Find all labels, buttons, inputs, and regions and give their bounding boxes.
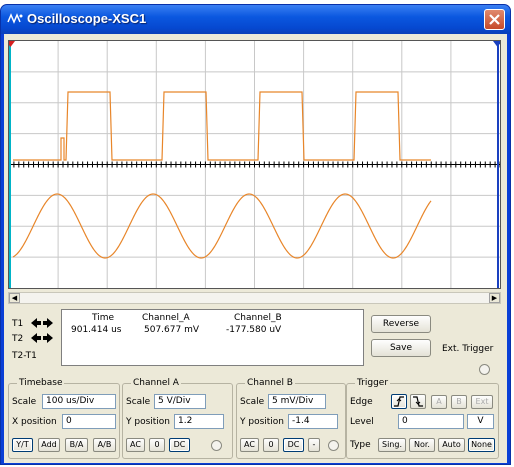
channel-b-terminal[interactable] — [328, 440, 339, 451]
channel-b-scale-label: Scale — [240, 397, 265, 407]
channel-a-ac-button[interactable]: AC — [126, 438, 145, 452]
ext-trigger-terminal[interactable] — [479, 364, 490, 375]
channel-a-terminal[interactable] — [211, 440, 222, 451]
channel-b-title: Channel B — [245, 378, 295, 388]
mode-add-button[interactable]: Add — [38, 438, 60, 452]
channel-b-ypos-label: Y position — [240, 417, 285, 427]
channel-b-scale-field[interactable]: 5 mV/Div — [268, 394, 326, 409]
scroll-right-button[interactable]: ▶ — [489, 293, 500, 303]
value-channel-a: 507.677 mV — [144, 325, 200, 335]
mode-yt-button[interactable]: Y/T — [12, 438, 33, 452]
measurement-readout: Time Channel_A Channel_B 901.414 us 507.… — [61, 309, 364, 366]
type-normal-button[interactable]: Nor. — [409, 438, 435, 452]
x-position-label: X position — [12, 417, 57, 427]
mode-ab-button[interactable]: A/B — [93, 438, 116, 452]
trigger-group: Trigger Edge A B Ext Level 0 V Type Sing… — [346, 378, 499, 459]
oscilloscope-panel: ◀ ▶ T1 T2 T2-T1 Time Channel_A Channel_B… — [4, 34, 507, 463]
channel-a-title: Channel A — [131, 378, 181, 388]
channel-b-zero-button[interactable]: 0 — [263, 438, 279, 452]
channel-b-group: Channel B Scale 5 mV/Div Y position -1.4… — [236, 378, 346, 459]
header-channel-b: Channel_B — [234, 313, 282, 323]
trigger-title: Trigger — [355, 378, 391, 388]
channel-b-ac-button[interactable]: AC — [240, 438, 259, 452]
value-time: 901.414 us — [71, 325, 122, 335]
value-channel-b: -177.580 uV — [226, 325, 282, 335]
cursor-controls: T1 T2 T2-T1 — [8, 309, 61, 365]
mode-ba-button[interactable]: B/A — [65, 438, 88, 452]
type-single-button[interactable]: Sing. — [378, 438, 406, 452]
header-channel-a: Channel_A — [142, 313, 190, 323]
channel-a-ypos-label: Y position — [126, 417, 171, 427]
channel-a-dc-button[interactable]: DC — [169, 438, 190, 452]
reverse-button[interactable]: Reverse — [371, 315, 431, 333]
t2-right-arrow-icon — [43, 333, 53, 343]
t2-left-arrow-icon — [31, 333, 41, 343]
oscilloscope-window: Oscilloscope-XSC1 ◀ ▶ T1 T2 T2-T1 Time C… — [0, 4, 511, 465]
row-label-t1: T1 — [12, 319, 24, 329]
channel-b-ypos-field[interactable]: -1.4 — [288, 414, 338, 429]
timebase-scale-label: Scale — [12, 397, 37, 407]
rising-edge-icon — [394, 396, 404, 407]
channel-a-group: Channel A Scale 5 V/Div Y position 1.2 A… — [122, 378, 233, 459]
scope-graph — [9, 41, 500, 288]
horizontal-scrollbar[interactable]: ◀ ▶ — [8, 292, 501, 304]
timebase-title: Timebase — [17, 378, 65, 388]
channel-a-ypos-field[interactable]: 1.2 — [174, 414, 224, 429]
trigger-source-ext-button[interactable]: Ext — [471, 395, 493, 409]
ext-trigger-label: Ext. Trigger — [442, 344, 494, 354]
falling-edge-icon — [413, 396, 423, 407]
level-label: Level — [350, 417, 374, 427]
type-auto-button[interactable]: Auto — [438, 438, 465, 452]
t2-arrows[interactable] — [30, 332, 54, 344]
close-icon — [489, 14, 500, 25]
save-button[interactable]: Save — [371, 339, 431, 357]
timebase-group: Timebase Scale 100 us/Div X position 0 Y… — [8, 378, 120, 459]
t1-right-arrow-icon — [43, 318, 53, 328]
trigger-source-b-button[interactable]: B — [451, 395, 467, 409]
scroll-left-button[interactable]: ◀ — [9, 293, 20, 303]
edge-label: Edge — [350, 397, 373, 407]
window-title: Oscilloscope-XSC1 — [27, 11, 147, 26]
type-none-button[interactable]: None — [468, 438, 495, 452]
scope-display — [8, 40, 501, 289]
title-bar[interactable]: Oscilloscope-XSC1 — [1, 5, 510, 34]
row-label-t2: T2 — [12, 334, 24, 344]
row-label-t2-t1: T2-T1 — [12, 351, 37, 361]
type-label: Type — [350, 440, 371, 450]
oscilloscope-app-icon — [7, 13, 23, 24]
level-unit-field[interactable]: V — [467, 414, 494, 429]
t1-arrows[interactable] — [30, 317, 54, 329]
channel-a-scale-field[interactable]: 5 V/Div — [154, 394, 206, 409]
level-field[interactable]: 0 — [398, 414, 464, 429]
t1-left-arrow-icon — [31, 318, 41, 328]
timebase-scale-field[interactable]: 100 us/Div — [42, 394, 116, 409]
channel-b-dc-button[interactable]: DC — [283, 438, 304, 452]
falling-edge-button[interactable] — [410, 394, 426, 409]
channel-b-minus-button[interactable]: - — [308, 438, 320, 452]
channel-a-zero-button[interactable]: 0 — [149, 438, 165, 452]
header-time: Time — [92, 313, 115, 323]
close-button[interactable] — [484, 9, 505, 30]
trigger-source-a-button[interactable]: A — [431, 395, 447, 409]
rising-edge-button[interactable] — [391, 394, 407, 409]
x-position-field[interactable]: 0 — [62, 414, 116, 429]
channel-a-scale-label: Scale — [126, 397, 151, 407]
